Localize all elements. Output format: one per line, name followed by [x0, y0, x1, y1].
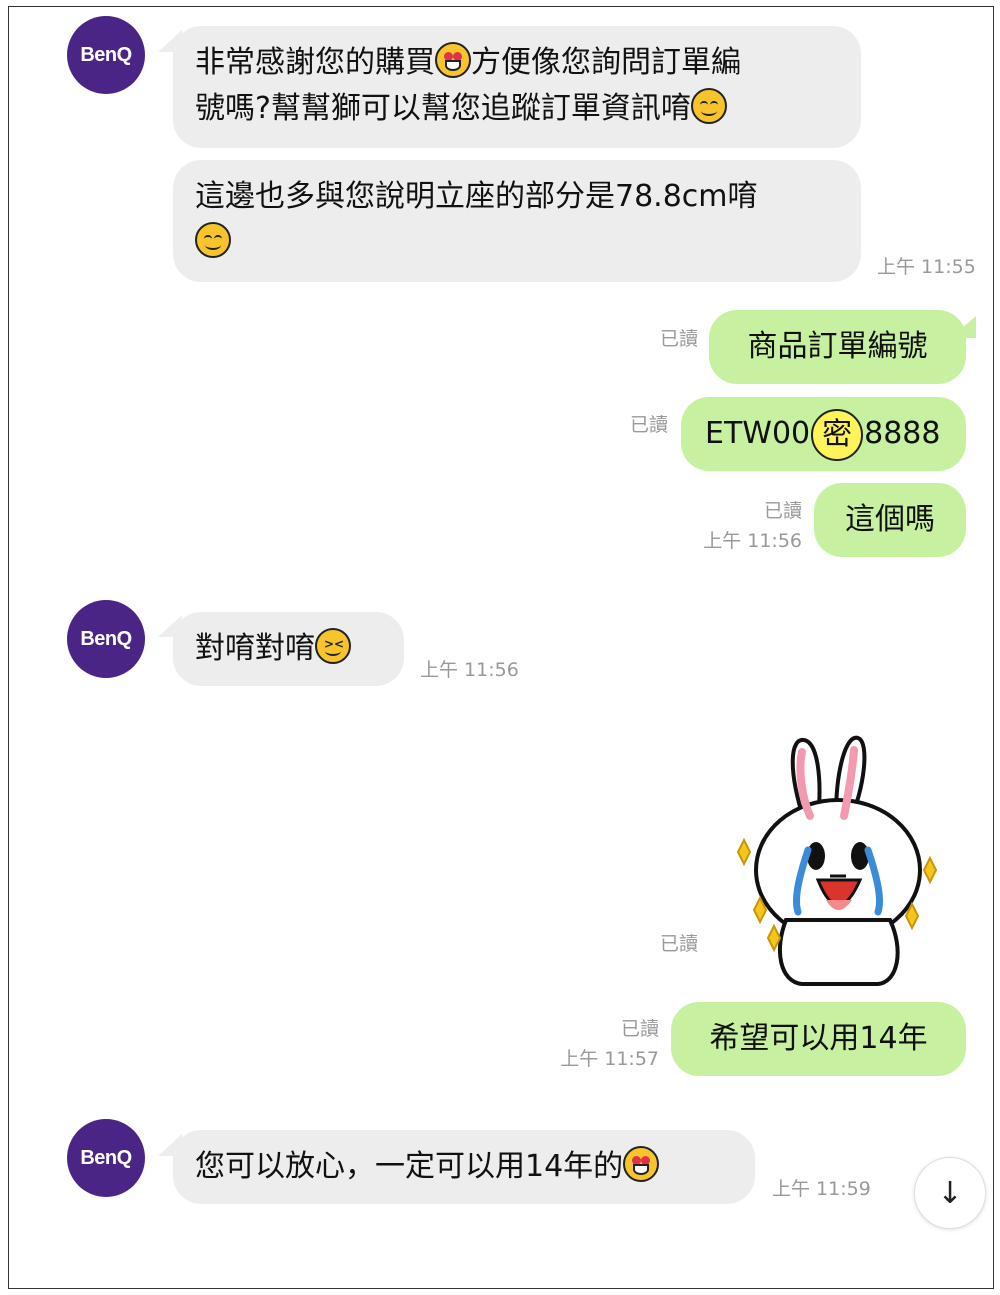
read-receipt: 已讀: [620, 1018, 659, 1040]
message-time: 上午 11:56: [420, 659, 519, 681]
squinting-laugh-emoji-icon: > <: [315, 628, 351, 664]
masked-character-badge: 密: [811, 408, 864, 461]
benq-avatar[interactable]: BenQ: [67, 16, 145, 94]
benq-avatar[interactable]: BenQ: [67, 600, 145, 678]
message-bubble-outgoing[interactable]: 這個嗎: [814, 483, 966, 557]
smile-emoji-icon: [195, 222, 231, 258]
rabbit-sticker-icon: [736, 735, 938, 986]
message-time: 上午 11:59: [772, 1178, 871, 1200]
bubble-tail: [950, 316, 976, 338]
crying-rabbit-sticker[interactable]: [718, 730, 958, 988]
benq-avatar[interactable]: BenQ: [67, 1119, 145, 1197]
heart-eyes-emoji-icon: [623, 1146, 660, 1182]
read-receipt: 已讀: [763, 500, 802, 522]
message-bubble-outgoing[interactable]: 希望可以用14年: [671, 1002, 966, 1076]
message-bubble-outgoing[interactable]: ETW00 密 8888: [681, 397, 966, 471]
message-bubble-outgoing[interactable]: 商品訂單編號: [709, 310, 966, 384]
message-bubble-incoming[interactable]: 對唷對唷 > <: [173, 612, 404, 686]
heart-eyes-emoji-icon: [435, 42, 471, 78]
arrow-down-icon: ↓: [937, 1175, 963, 1211]
smile-emoji-icon: [690, 88, 727, 124]
message-time: 上午 11:55: [877, 256, 976, 278]
message-time: 上午 11:57: [560, 1048, 659, 1070]
message-bubble-incoming[interactable]: 您可以放心，一定可以用14年的: [173, 1130, 755, 1204]
message-bubble-incoming[interactable]: 非常感謝您的購買 方便像您詢問訂單編 號嗎?幫幫獅可以幫您追蹤訂單資訊唷: [173, 26, 861, 148]
read-receipt: 已讀: [629, 414, 668, 436]
scroll-to-bottom-button[interactable]: ↓: [914, 1157, 986, 1229]
message-bubble-incoming[interactable]: 這邊也多與您說明立座的部分是78.8cm唷: [173, 160, 861, 282]
read-receipt: 已讀: [659, 933, 698, 955]
read-receipt: 已讀: [659, 328, 698, 350]
message-time: 上午 11:56: [703, 530, 802, 552]
